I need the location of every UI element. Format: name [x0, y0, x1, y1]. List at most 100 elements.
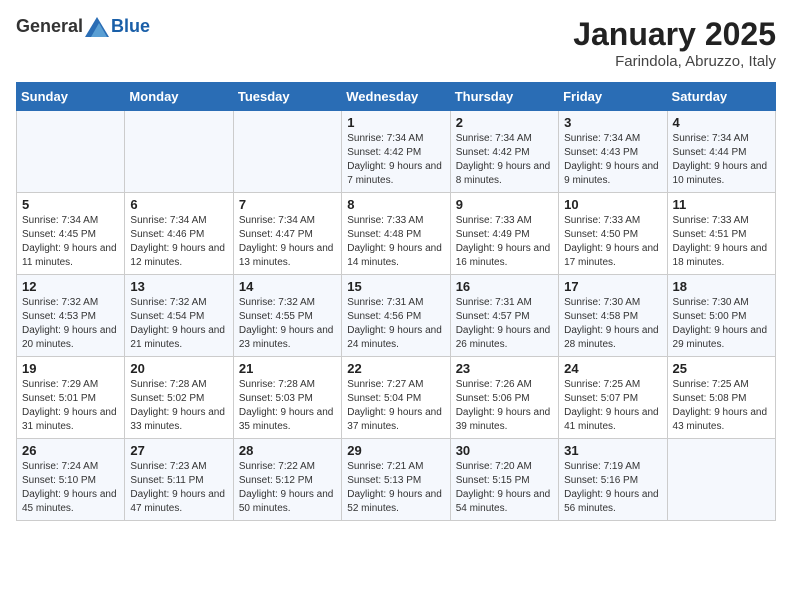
- calendar-cell: [233, 111, 341, 193]
- day-info: Sunrise: 7:32 AM Sunset: 4:54 PM Dayligh…: [130, 296, 227, 352]
- weekday-header: Wednesday: [342, 83, 450, 111]
- day-number: 1: [347, 115, 444, 130]
- calendar-cell: 14 Sunrise: 7:32 AM Sunset: 4:55 PM Dayli…: [233, 275, 341, 357]
- day-number: 5: [22, 197, 119, 212]
- day-number: 10: [564, 197, 661, 212]
- calendar-cell: 16 Sunrise: 7:31 AM Sunset: 4:57 PM Dayli…: [450, 275, 558, 357]
- day-info: Sunrise: 7:34 AM Sunset: 4:47 PM Dayligh…: [239, 214, 336, 270]
- weekday-header: Tuesday: [233, 83, 341, 111]
- calendar-cell: [125, 111, 233, 193]
- location: Farindola, Abruzzo, Italy: [573, 53, 776, 70]
- calendar-cell: 6Sunrise: 7:34 AM Sunset: 4:46 PM Daylig…: [125, 193, 233, 275]
- day-number: 24: [564, 361, 661, 376]
- logo-text-blue: Blue: [111, 16, 150, 37]
- day-info: Sunrise: 7:34 AM Sunset: 4:42 PM Dayligh…: [456, 132, 553, 188]
- calendar-week-row: 26Sunrise: 7:24 AM Sunset: 5:10 PM Dayli…: [17, 439, 776, 521]
- calendar-cell: 12 Sunrise: 7:32 AM Sunset: 4:53 PM Dayli…: [17, 275, 125, 357]
- day-number: 2: [456, 115, 553, 130]
- day-info: Sunrise: 7:29 AM Sunset: 5:01 PM Dayligh…: [22, 378, 119, 434]
- weekday-header: Monday: [125, 83, 233, 111]
- day-number: 28: [239, 443, 336, 458]
- weekday-header: Sunday: [17, 83, 125, 111]
- calendar-cell: 2 Sunrise: 7:34 AM Sunset: 4:42 PM Daylig…: [450, 111, 558, 193]
- calendar-cell: 22Sunrise: 7:27 AM Sunset: 5:04 PM Dayli…: [342, 357, 450, 439]
- day-info: Sunrise: 7:34 AM Sunset: 4:44 PM Dayligh…: [673, 132, 770, 188]
- month-title: January 2025: [573, 16, 776, 53]
- day-info: Sunrise: 7:32 AM Sunset: 4:55 PM Dayligh…: [239, 296, 336, 352]
- title-block: January 2025 Farindola, Abruzzo, Italy: [573, 16, 776, 70]
- day-info: Sunrise: 7:30 AM Sunset: 5:00 PM Dayligh…: [673, 296, 770, 352]
- day-number: 22: [347, 361, 444, 376]
- day-number: 7: [239, 197, 336, 212]
- calendar-cell: 19 Sunrise: 7:29 AM Sunset: 5:01 PM Dayli…: [17, 357, 125, 439]
- calendar-cell: 5Sunrise: 7:34 AM Sunset: 4:45 PM Daylig…: [17, 193, 125, 275]
- day-info: Sunrise: 7:28 AM Sunset: 5:02 PM Dayligh…: [130, 378, 227, 434]
- calendar-body: 1 Sunrise: 7:34 AM Sunset: 4:42 PM Daylig…: [17, 111, 776, 521]
- day-number: 9: [456, 197, 553, 212]
- day-number: 21: [239, 361, 336, 376]
- calendar-cell: 24 Sunrise: 7:25 AM Sunset: 5:07 PM Dayli…: [559, 357, 667, 439]
- calendar-cell: 23Sunrise: 7:26 AM Sunset: 5:06 PM Dayli…: [450, 357, 558, 439]
- day-info: Sunrise: 7:33 AM Sunset: 4:48 PM Dayligh…: [347, 214, 444, 270]
- calendar-week-row: 5Sunrise: 7:34 AM Sunset: 4:45 PM Daylig…: [17, 193, 776, 275]
- day-number: 31: [564, 443, 661, 458]
- day-number: 26: [22, 443, 119, 458]
- calendar-cell: 10 Sunrise: 7:33 AM Sunset: 4:50 PM Dayli…: [559, 193, 667, 275]
- day-info: Sunrise: 7:21 AM Sunset: 5:13 PM Dayligh…: [347, 460, 444, 516]
- day-info: Sunrise: 7:25 AM Sunset: 5:07 PM Dayligh…: [564, 378, 661, 434]
- day-number: 11: [673, 197, 770, 212]
- page-header: General Blue January 2025 Farindola, Abr…: [16, 16, 776, 70]
- weekday-header: Saturday: [667, 83, 775, 111]
- weekday-header: Thursday: [450, 83, 558, 111]
- day-number: 23: [456, 361, 553, 376]
- day-info: Sunrise: 7:31 AM Sunset: 4:57 PM Dayligh…: [456, 296, 553, 352]
- day-info: Sunrise: 7:25 AM Sunset: 5:08 PM Dayligh…: [673, 378, 770, 434]
- day-number: 27: [130, 443, 227, 458]
- day-number: 16: [456, 279, 553, 294]
- day-number: 19: [22, 361, 119, 376]
- day-number: 14: [239, 279, 336, 294]
- day-info: Sunrise: 7:34 AM Sunset: 4:43 PM Dayligh…: [564, 132, 661, 188]
- day-number: 12: [22, 279, 119, 294]
- calendar-week-row: 1 Sunrise: 7:34 AM Sunset: 4:42 PM Daylig…: [17, 111, 776, 193]
- calendar-week-row: 12 Sunrise: 7:32 AM Sunset: 4:53 PM Dayli…: [17, 275, 776, 357]
- day-info: Sunrise: 7:33 AM Sunset: 4:51 PM Dayligh…: [673, 214, 770, 270]
- day-number: 25: [673, 361, 770, 376]
- calendar-cell: 31Sunrise: 7:19 AM Sunset: 5:16 PM Dayli…: [559, 439, 667, 521]
- calendar-cell: 11 Sunrise: 7:33 AM Sunset: 4:51 PM Dayli…: [667, 193, 775, 275]
- logo-text-general: General: [16, 16, 83, 37]
- calendar-cell: 4Sunrise: 7:34 AM Sunset: 4:44 PM Daylig…: [667, 111, 775, 193]
- day-number: 3: [564, 115, 661, 130]
- calendar-cell: 1Sunrise: 7:34 AM Sunset: 4:42 PM Daylig…: [342, 111, 450, 193]
- calendar-cell: 21 Sunrise: 7:28 AM Sunset: 5:03 PM Dayli…: [233, 357, 341, 439]
- day-info: Sunrise: 7:30 AM Sunset: 4:58 PM Dayligh…: [564, 296, 661, 352]
- calendar-cell: [667, 439, 775, 521]
- calendar-table: SundayMondayTuesdayWednesdayThursdayFrid…: [16, 82, 776, 521]
- calendar-cell: 3 Sunrise: 7:34 AM Sunset: 4:43 PM Daylig…: [559, 111, 667, 193]
- day-number: 6: [130, 197, 227, 212]
- calendar-week-row: 19 Sunrise: 7:29 AM Sunset: 5:01 PM Dayli…: [17, 357, 776, 439]
- calendar-cell: 18 Sunrise: 7:30 AM Sunset: 5:00 PM Dayli…: [667, 275, 775, 357]
- calendar-cell: 20 Sunrise: 7:28 AM Sunset: 5:02 PM Dayli…: [125, 357, 233, 439]
- calendar-cell: 26Sunrise: 7:24 AM Sunset: 5:10 PM Dayli…: [17, 439, 125, 521]
- calendar-cell: 25 Sunrise: 7:25 AM Sunset: 5:08 PM Dayli…: [667, 357, 775, 439]
- day-number: 30: [456, 443, 553, 458]
- day-number: 8: [347, 197, 444, 212]
- day-info: Sunrise: 7:22 AM Sunset: 5:12 PM Dayligh…: [239, 460, 336, 516]
- day-number: 18: [673, 279, 770, 294]
- weekday-header: Friday: [559, 83, 667, 111]
- day-info: Sunrise: 7:33 AM Sunset: 4:49 PM Dayligh…: [456, 214, 553, 270]
- day-info: Sunrise: 7:33 AM Sunset: 4:50 PM Dayligh…: [564, 214, 661, 270]
- day-number: 29: [347, 443, 444, 458]
- day-info: Sunrise: 7:32 AM Sunset: 4:53 PM Dayligh…: [22, 296, 119, 352]
- logo: General Blue: [16, 16, 150, 37]
- day-info: Sunrise: 7:28 AM Sunset: 5:03 PM Dayligh…: [239, 378, 336, 434]
- calendar-cell: 29 Sunrise: 7:21 AM Sunset: 5:13 PM Dayli…: [342, 439, 450, 521]
- calendar-cell: 27Sunrise: 7:23 AM Sunset: 5:11 PM Dayli…: [125, 439, 233, 521]
- calendar-cell: [17, 111, 125, 193]
- day-number: 13: [130, 279, 227, 294]
- day-number: 20: [130, 361, 227, 376]
- calendar-cell: 7 Sunrise: 7:34 AM Sunset: 4:47 PM Daylig…: [233, 193, 341, 275]
- calendar-cell: 9 Sunrise: 7:33 AM Sunset: 4:49 PM Daylig…: [450, 193, 558, 275]
- calendar-cell: 17Sunrise: 7:30 AM Sunset: 4:58 PM Dayli…: [559, 275, 667, 357]
